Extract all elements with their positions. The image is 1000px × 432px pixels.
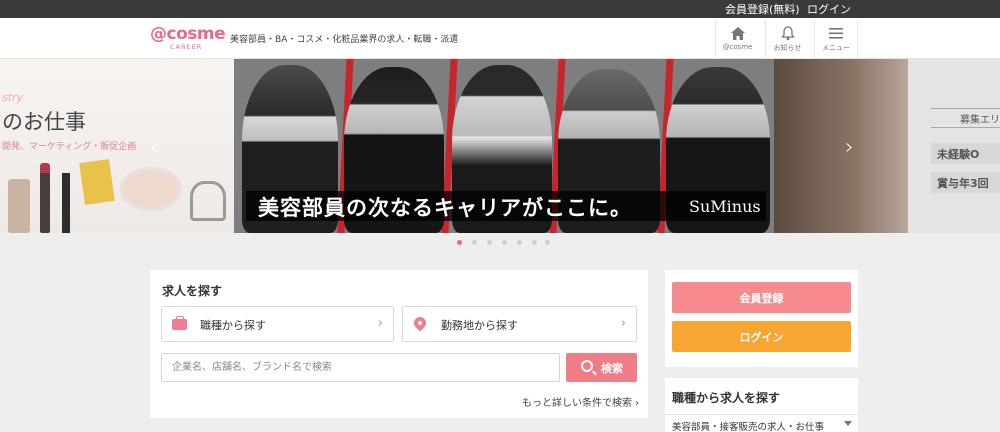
job-search-title: 求人を探す [162, 284, 223, 298]
carousel-dot[interactable] [502, 240, 507, 245]
search-submit-button[interactable]: 検索 [566, 353, 637, 382]
nav-notifications[interactable]: お知らせ [765, 20, 809, 57]
nav-menu[interactable]: メニュー [814, 20, 858, 57]
home-icon [730, 27, 745, 40]
carousel-dot[interactable] [517, 240, 522, 245]
cosmetics-product-image [0, 159, 234, 233]
nav-notifications-label: お知らせ [773, 44, 802, 52]
logo-wordmark: @cosme [150, 24, 226, 44]
job-category-panel: 職種から求人を探す 美容部員・接客販売の求人・お仕事 [665, 378, 858, 432]
search-button-label: 検索 [601, 362, 623, 375]
logo-subtext: CAREER [170, 43, 203, 51]
cosme-career-logo[interactable]: @cosme CAREER [150, 24, 226, 54]
location-label: 勤務地から探す [441, 319, 518, 332]
slide-prev-subtitle: 開発、マーケティング・販促企画 [2, 142, 137, 152]
map-pin-icon [411, 314, 429, 332]
job-type-label: 職種から探す [200, 319, 266, 332]
slide-next-feature-2: 賞与年3回 [931, 172, 1000, 193]
top-utility-bar: 会員登録(無料) ログイン [0, 0, 1000, 18]
slide-next-area-label: 募集エリ [931, 108, 1000, 128]
slide-prev-ghost-text: stry [2, 91, 24, 104]
nav-menu-label: メニュー [822, 44, 850, 52]
carousel-dot[interactable] [457, 240, 462, 245]
register-button[interactable]: 会員登録 [672, 282, 851, 313]
nav-home-label: @cosme [722, 43, 753, 51]
search-icon [581, 360, 593, 372]
slide-prev-preview[interactable]: stry のお仕事 開発、マーケティング・販促企画 [0, 59, 234, 233]
slide-prev-title: のお仕事 [2, 110, 86, 134]
chevron-right-icon: › [377, 316, 383, 331]
bell-icon [780, 26, 795, 41]
menu-icon [829, 28, 843, 39]
site-header: @cosme CAREER 美容部員・BA・コスメ・化粧品業界の求人・転職・派遣… [0, 18, 1000, 59]
search-by-location-button[interactable]: 勤務地から探す › [402, 306, 637, 342]
carousel-dot[interactable] [532, 240, 537, 245]
slide-next-feature-1: 未経験O [931, 143, 1000, 164]
carousel-dot[interactable] [545, 240, 550, 245]
carousel-dot[interactable] [487, 240, 492, 245]
carousel-next-arrow-icon[interactable]: › [845, 135, 854, 160]
login-link[interactable]: ログイン [807, 1, 851, 17]
site-tagline: 美容部員・BA・コスメ・化粧品業界の求人・転職・派遣 [230, 35, 459, 45]
register-link[interactable]: 会員登録(無料) [725, 1, 800, 17]
slide-next-preview[interactable]: 募集エリ 未経験O 賞与年3回 [774, 59, 1000, 233]
job-category-item[interactable]: 美容部員・接客販売の求人・お仕事 [665, 414, 858, 432]
model-photo [774, 59, 908, 233]
hero-carousel: stry のお仕事 開発、マーケティング・販促企画 美容部員の次なるキャリアがこ… [0, 59, 1000, 233]
hero-catchcopy: 美容部員の次なるキャリアがここに。 [258, 195, 632, 220]
auth-panel: 会員登録 ログイン [665, 270, 858, 367]
carousel-prev-arrow-icon[interactable]: ‹ [150, 135, 159, 160]
brand-logo-text: SuMinus [689, 197, 761, 216]
chevron-right-icon: › [620, 316, 626, 331]
slide-active[interactable]: 美容部員の次なるキャリアがここに。 SuMinus [234, 59, 774, 233]
search-by-job-type-button[interactable]: 職種から探す › [161, 306, 394, 342]
login-button[interactable]: ログイン [672, 321, 851, 352]
advanced-search-link[interactable]: もっと詳しい条件で検索 › [522, 394, 639, 409]
job-category-title: 職種から求人を探す [672, 391, 781, 405]
job-search-panel: 求人を探す 職種から探す › 勤務地から探す › 検索 もっと詳しい条件で検索 … [150, 270, 648, 418]
carousel-dot[interactable] [472, 240, 477, 245]
job-category-item-label: 美容部員・接客販売の求人・お仕事 [672, 422, 825, 432]
keyword-search-input[interactable] [161, 353, 560, 382]
nav-home[interactable]: @cosme [715, 20, 759, 57]
briefcase-icon [172, 316, 187, 330]
caret-down-icon [844, 421, 852, 426]
